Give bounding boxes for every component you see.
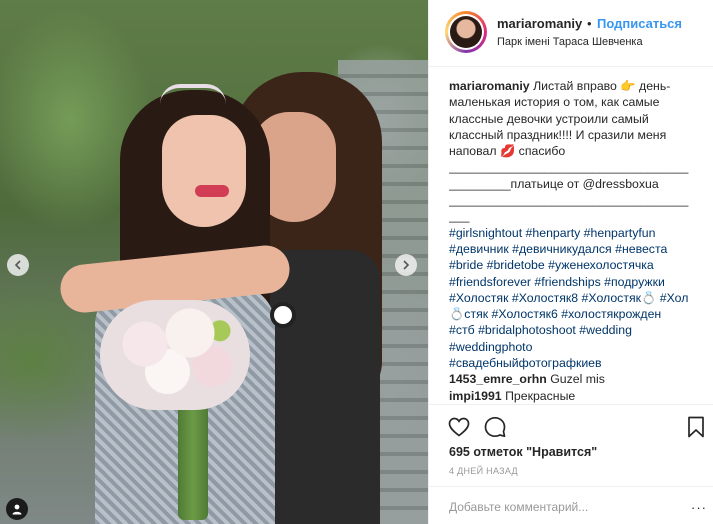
header-username[interactable]: mariaromaniy [497,16,582,31]
save-button[interactable] [684,415,708,439]
comment-text: Прекрасные [505,388,576,403]
more-options-button[interactable]: ··· [691,500,707,515]
carousel-prev-button[interactable] [7,254,29,276]
caption-line: ___________________________________ [449,160,689,175]
location-link[interactable]: Парк імені Тараса Шевченка [497,36,643,48]
follow-button[interactable]: Подписаться [597,16,682,31]
photo-bride-face [162,115,246,227]
like-button[interactable] [447,415,471,439]
comments-list[interactable]: mariaromaniy Листай вправо 👉 день- мален… [449,78,693,403]
caption-line: mariaromaniy Листай вправо 👉 день- [449,79,671,93]
speech-bubble-icon [484,416,506,438]
hashtag-line[interactable]: #friendsforever #friendships #подружки [449,274,693,290]
avatar[interactable] [445,11,487,53]
photo-bouquet [100,300,250,410]
header-separator: • [587,16,592,31]
likes-count[interactable]: 695 отметок "Нравится" [449,445,597,459]
user-icon [12,504,22,515]
tagged-users-button[interactable] [6,498,28,520]
comment-item: 1453_emre_orhn Guzel mis [449,371,693,387]
chevron-left-icon [14,260,21,270]
caption-line: _________платьице от @dressboxua [449,176,659,191]
caption-line: классный праздник!!!! И сразили меня [449,127,667,142]
post-side-panel: mariaromaniy • Подписаться Парк імені Та… [428,0,713,524]
photo-bouquet-stems [178,400,208,520]
post-photo[interactable] [0,0,428,524]
hashtag-line[interactable]: #bride #bridetobe #уженехолостячка [449,257,693,273]
comment-item: impi1991 Прекрасные [449,388,693,403]
comment-username[interactable]: impi1991 [449,389,502,403]
instagram-post: mariaromaniy • Подписаться Парк імені Та… [0,0,713,524]
hashtag-line[interactable]: #девичник #девичникудался #невеста [449,241,693,257]
caption-line: ___ [449,209,470,224]
caption-line: классные девочки устроили самый [449,111,649,126]
comment-username[interactable]: 1453_emre_orhn [449,372,547,386]
post-header: mariaromaniy • Подписаться Парк імені Та… [429,0,713,67]
photo-watch [270,302,296,328]
action-bar [429,404,713,444]
hashtag-line[interactable]: #girlsnightout #henparty #henpartyfun [449,225,693,241]
caption-line: ___________________________________ [449,193,689,208]
comment-button[interactable] [483,415,507,439]
hashtag-line[interactable]: 💍стяк #Холостяк6 #холостякрожден [449,306,693,322]
hashtag-line[interactable]: #свадебныйфотографкиев [449,355,693,371]
caption-line: маленькая история о том, как самые [449,95,660,110]
hashtag-line[interactable]: #Холостяк #Холостяк8 #Холостяк💍 #Хол [449,290,693,306]
chevron-right-icon [403,260,410,270]
bookmark-icon [688,416,704,438]
comment-input[interactable] [449,499,669,515]
heart-icon [448,417,470,437]
comment-text: Guzel mis [550,372,605,387]
photo-bride-lips [195,185,229,197]
avatar-image [450,16,482,48]
hashtag-line[interactable]: #weddingphoto [449,339,693,355]
caption-username[interactable]: mariaromaniy [449,79,530,93]
caption-line: наповал 💋 спасибо [449,144,566,159]
add-comment-bar: ··· [429,486,713,524]
hashtag-line[interactable]: #стб #bridalphotoshoot #wedding [449,322,693,338]
post-date: 4 ДНЕЙ НАЗАД [449,466,518,476]
carousel-next-button[interactable] [395,254,417,276]
photo-tiara [160,84,226,104]
